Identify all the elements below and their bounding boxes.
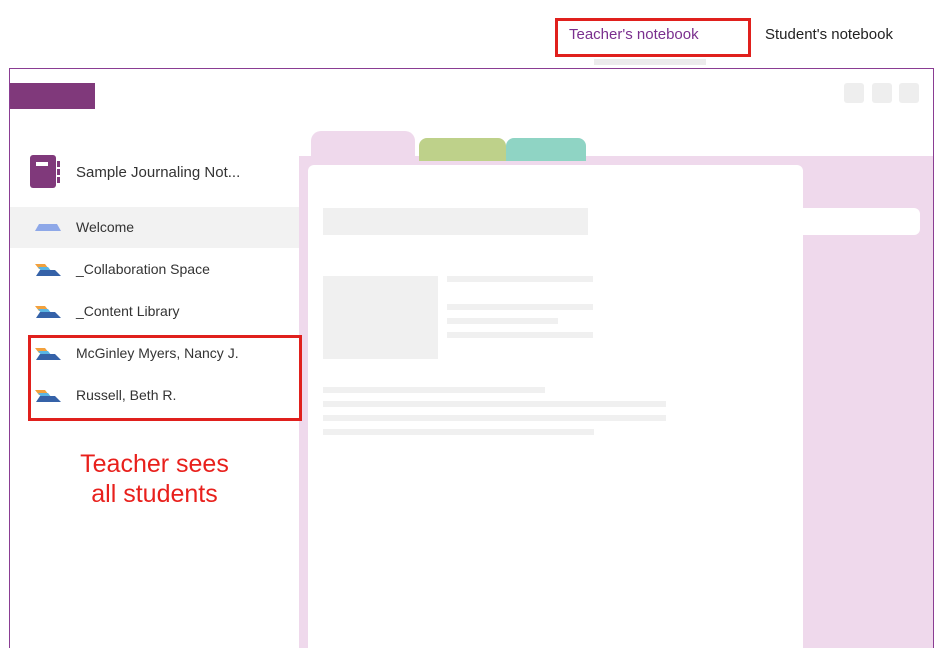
tab-students-notebook[interactable]: Student's notebook [765, 26, 893, 43]
notebook-title: Sample Journaling Not... [76, 164, 241, 181]
section-tab-green[interactable] [419, 138, 506, 161]
annotation-text: Teacher sees all students [10, 449, 299, 509]
window-control-3[interactable] [899, 83, 919, 103]
annotation-line-1: Teacher sees [80, 450, 229, 478]
section-item-label: Welcome [76, 219, 135, 235]
annotation-line-2: all students [91, 480, 218, 508]
placeholder-text-line [323, 429, 594, 435]
window-control-1[interactable] [844, 83, 864, 103]
section-item-label: _Collaboration Space [76, 261, 210, 277]
notebook-icon [30, 155, 60, 188]
section-item-label: _Content Library [76, 303, 180, 319]
placeholder-text-line [447, 318, 558, 324]
placeholder-text-line [323, 401, 666, 407]
notebook-selector[interactable]: Sample Journaling Not... [10, 149, 299, 199]
placeholder-image [323, 276, 438, 359]
placeholder-text-line [447, 332, 593, 338]
placeholder-page-title [323, 208, 588, 235]
section-group-icon [35, 264, 61, 276]
section-group-icon [35, 306, 61, 318]
section-tab-teal[interactable] [506, 138, 586, 161]
notebook-sidebar: Sample Journaling Not... Welcome _Collab… [10, 69, 302, 648]
section-item-welcome[interactable]: Welcome [10, 207, 299, 248]
section-tab-active[interactable] [311, 131, 415, 161]
section-item-collaboration-space[interactable]: _Collaboration Space [10, 249, 299, 290]
window-control-2[interactable] [872, 83, 892, 103]
page-list-bar[interactable] [803, 208, 920, 235]
placeholder-text-line [447, 304, 593, 310]
highlight-student-sections [28, 335, 302, 421]
highlight-teacher-tab [555, 18, 751, 57]
placeholder-text-line [323, 387, 545, 393]
section-tab-icon-blue [35, 224, 61, 231]
active-tab-indicator [594, 59, 706, 65]
onenote-window: Sample Journaling Not... Welcome _Collab… [9, 68, 934, 648]
placeholder-text-line [447, 276, 593, 282]
section-item-content-library[interactable]: _Content Library [10, 291, 299, 332]
placeholder-text-line [323, 415, 666, 421]
